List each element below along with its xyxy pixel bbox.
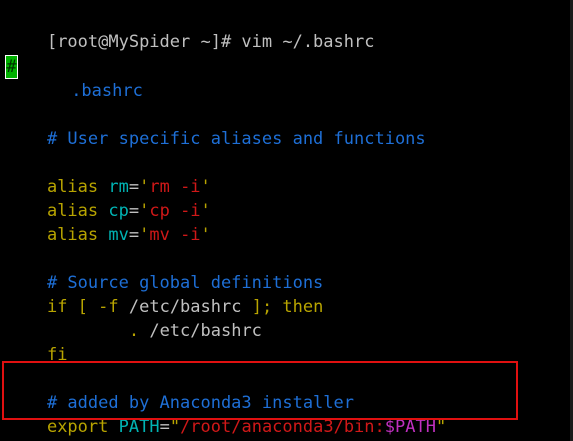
aliases-comment-text: # User specific aliases and functions	[46, 129, 426, 149]
export-dollar-var: $PATH	[384, 417, 436, 437]
alias-quote-open: '	[139, 225, 150, 245]
shell-prompt-line: [root@MySpider ~]# vim ~/.bashrc	[6, 6, 375, 52]
annotation-highlight-box	[2, 361, 518, 420]
export-path: /root/anaconda3/bin:	[180, 417, 385, 437]
source-path: /etc/bashrc	[139, 321, 262, 341]
fi-line: fi	[6, 319, 67, 365]
aliases-comment-line: # User specific aliases and functions	[6, 103, 426, 149]
header-comment-line: .bashrc	[20, 55, 143, 101]
source-comment-line: # Source global definitions	[6, 247, 323, 293]
shell-prompt-text: [root@MySpider ~]# vim ~/.bashrc	[46, 32, 375, 52]
alias-keyword: alias	[46, 225, 109, 245]
cursor-char: #	[6, 57, 17, 77]
export-quote-close: "	[435, 417, 447, 437]
alias-line-cp: alias cp='cp -i'	[6, 175, 211, 221]
source-line: . /etc/bashrc	[6, 295, 262, 341]
source-dot: .	[128, 321, 140, 341]
then-keyword: then	[272, 297, 324, 317]
if-line: if [ -f /etc/bashrc ]; then	[6, 271, 323, 317]
alias-value: mv -i	[149, 225, 201, 245]
terminal-window[interactable]: [root@MySpider ~]# vim ~/.bashrc # .bash…	[0, 0, 573, 441]
alias-line-rm: alias rm='rm -i'	[6, 151, 211, 197]
vim-cursor: #	[5, 55, 18, 79]
alias-line-mv: alias mv='mv -i'	[6, 199, 211, 245]
export-equals: =	[159, 417, 170, 437]
export-quote-open: "	[169, 417, 181, 437]
alias-name: mv	[108, 225, 129, 245]
alias-equals: =	[128, 225, 140, 245]
export-keyword: export	[46, 417, 119, 437]
header-comment-text: .bashrc	[60, 81, 143, 101]
alias-quote-close: '	[200, 225, 211, 245]
export-var: PATH	[118, 417, 160, 437]
